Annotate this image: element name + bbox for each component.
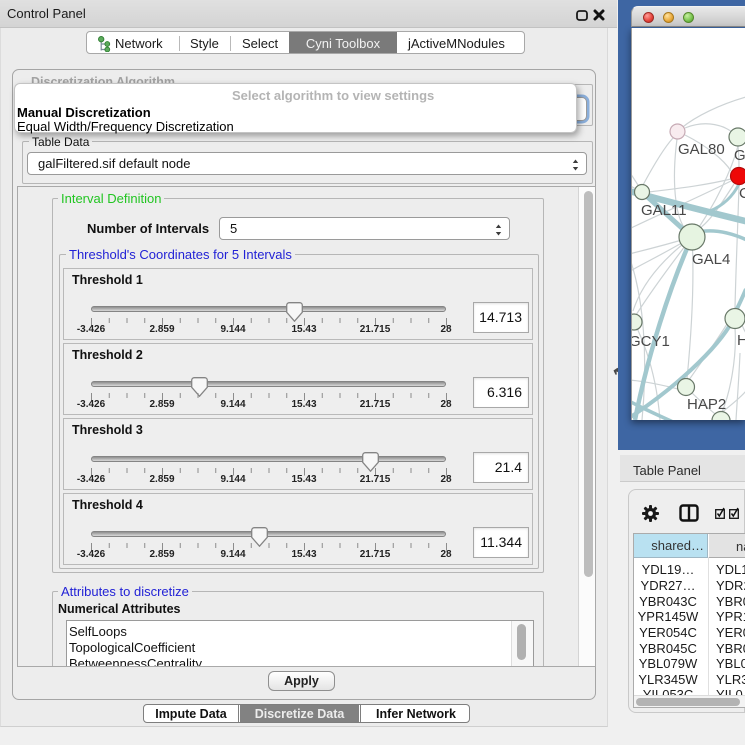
- svg-text:GAL3: GAL3: [734, 147, 745, 164]
- svg-text:GCY1: GCY1: [632, 333, 670, 350]
- svg-text:HIS7: HIS7: [737, 332, 745, 349]
- svg-text:GAL4: GAL4: [692, 251, 730, 268]
- svg-text:GAL11: GAL11: [641, 202, 687, 219]
- svg-text:GAL80: GAL80: [678, 141, 725, 158]
- svg-text:HAP2: HAP2: [687, 396, 726, 413]
- svg-text:CYC8: CYC8: [739, 185, 745, 202]
